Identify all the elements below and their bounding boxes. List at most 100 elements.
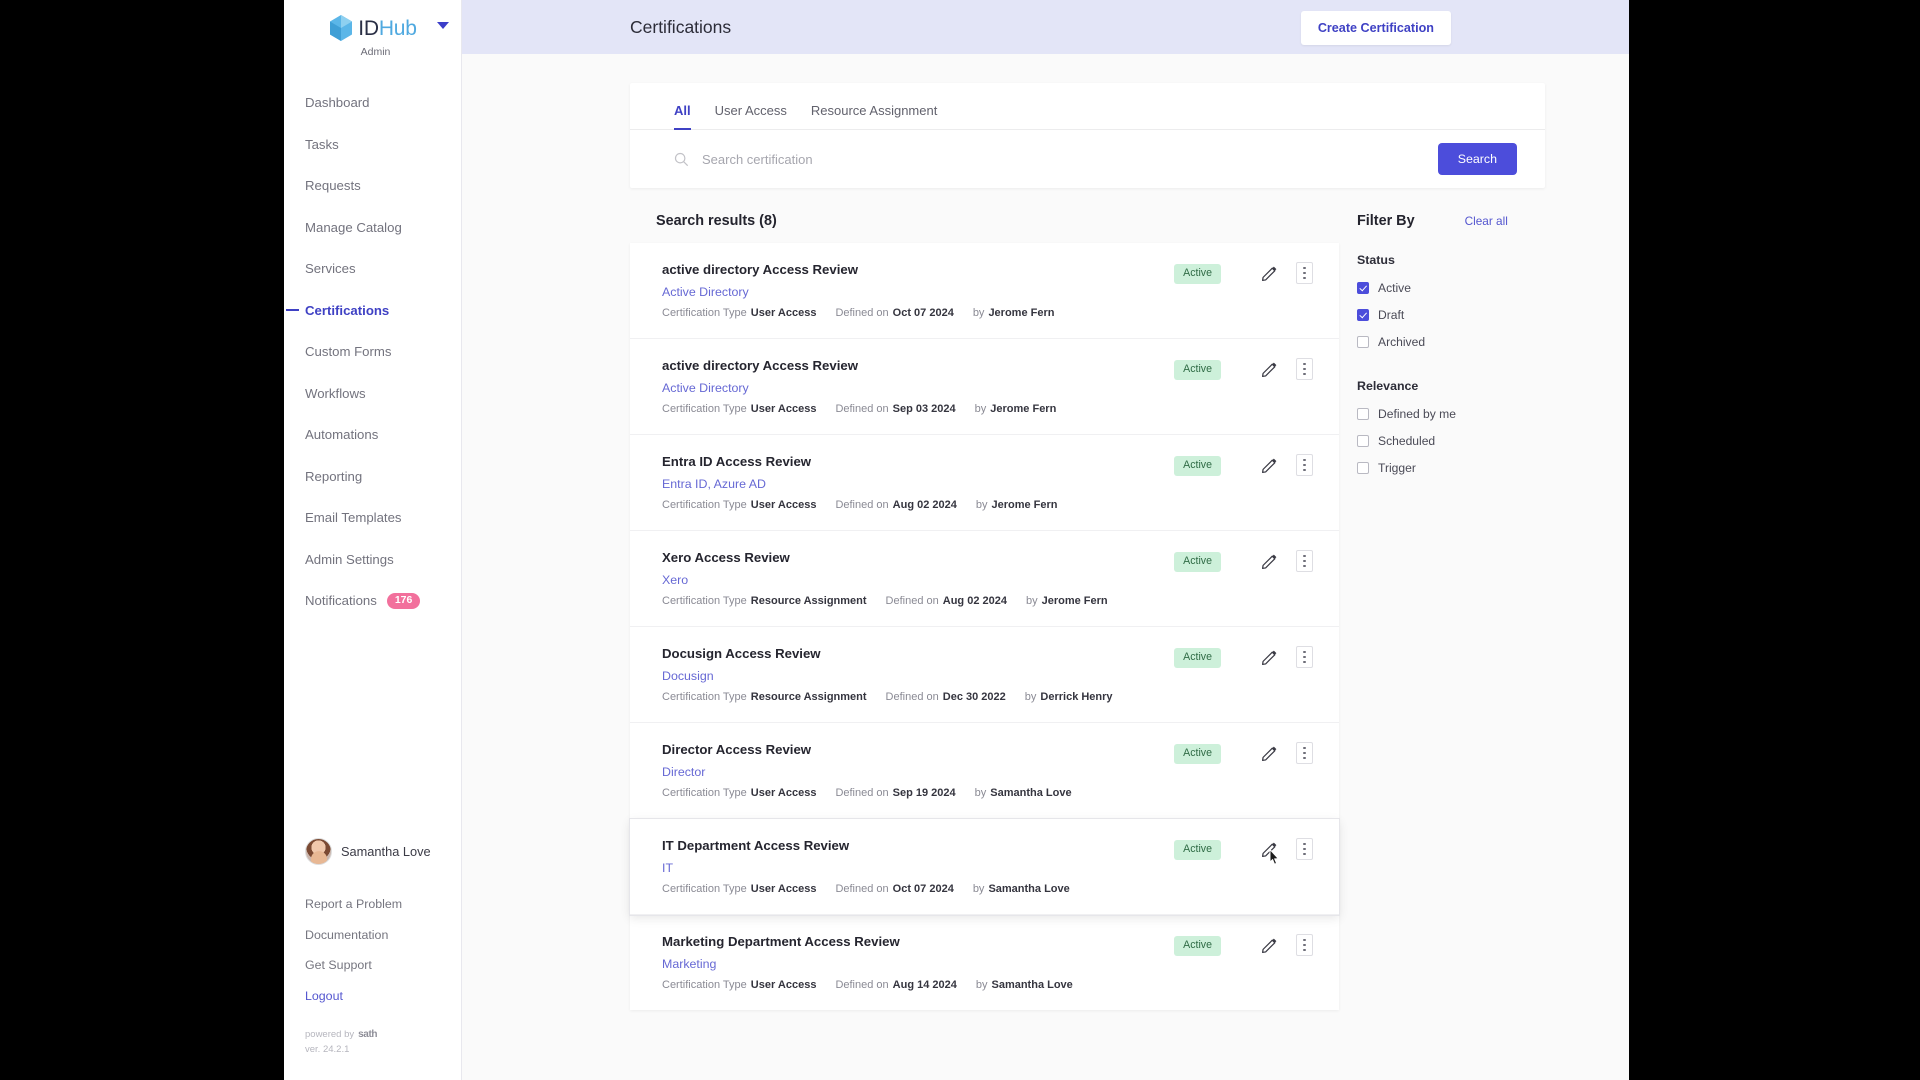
edit-pencil-icon[interactable] (1261, 553, 1278, 570)
create-certification-button[interactable]: Create Certification (1300, 11, 1451, 45)
row-actions (1261, 454, 1313, 476)
checkbox[interactable] (1357, 309, 1369, 321)
filter-option-label: Trigger (1378, 461, 1416, 475)
chevron-down-icon[interactable] (437, 22, 449, 29)
dot (1303, 276, 1306, 279)
checkbox[interactable] (1357, 336, 1369, 348)
checkbox[interactable] (1357, 282, 1369, 294)
notifications-badge: 176 (386, 593, 421, 609)
sidebar-item-services[interactable]: Services (284, 248, 461, 290)
clear-all-link[interactable]: Clear all (1465, 214, 1508, 228)
meta-defined-label: Defined on (835, 979, 889, 991)
filter-option-active[interactable]: Active (1357, 281, 1545, 295)
row-main: Docusign Access Review Docusign Certificat… (662, 646, 1174, 703)
row-more-menu-button[interactable] (1296, 742, 1313, 764)
filter-option-scheduled[interactable]: Scheduled (1357, 434, 1545, 448)
checkbox[interactable] (1357, 408, 1369, 420)
sidebar-item-dashboard[interactable]: Dashboard (284, 82, 461, 124)
edit-pencil-icon[interactable] (1261, 265, 1278, 282)
edit-pencil-icon[interactable] (1261, 457, 1278, 474)
filter-option-defined-by-me[interactable]: Defined by me (1357, 407, 1545, 421)
certification-resource-link[interactable]: Docusign (662, 669, 1174, 683)
certification-resource-link[interactable]: Director (662, 765, 1174, 779)
sidebar-item-label: Notifications (305, 593, 377, 609)
dot (1303, 468, 1306, 471)
sidebar-item-custom-forms[interactable]: Custom Forms (284, 331, 461, 373)
content-scroll-area: All User Access Resource Assignment Search… (462, 54, 1629, 1080)
certification-row[interactable]: active directory Access Review Active Dir… (630, 243, 1339, 339)
row-more-menu-button[interactable] (1296, 646, 1313, 668)
certification-resource-link[interactable]: Entra ID, Azure AD (662, 477, 1174, 491)
brand-logo[interactable]: IDHub Admin (284, 0, 461, 58)
dot (1303, 843, 1306, 846)
meta-defined-label: Defined on (835, 787, 889, 799)
row-more-menu-button[interactable] (1296, 262, 1313, 284)
filter-panel: Filter By Clear all Status Active Draft Arc… (1339, 188, 1545, 488)
user-row[interactable]: Samantha Love (305, 838, 461, 865)
sidebar-item-automations[interactable]: Automations (284, 414, 461, 456)
certification-row[interactable]: Marketing Department Access Review Market… (630, 915, 1339, 1010)
certification-row[interactable]: active directory Access Review Active Dir… (630, 339, 1339, 435)
filter-option-archived[interactable]: Archived (1357, 335, 1545, 349)
sidebar-item-certifications[interactable]: Certifications (284, 290, 461, 332)
sidebar-item-tasks[interactable]: Tasks (284, 124, 461, 166)
sidebar-item-requests[interactable]: Requests (284, 165, 461, 207)
edit-pencil-icon[interactable] (1261, 361, 1278, 378)
search-button[interactable]: Search (1437, 143, 1517, 175)
sidebar-user-section: Samantha Love Report a Problem Documentat… (284, 838, 461, 1055)
certification-title: active directory Access Review (662, 262, 858, 277)
results-heading: Search results (8) (656, 213, 777, 229)
sidebar-item-workflows[interactable]: Workflows (284, 373, 461, 415)
sidebar: IDHub Admin Dashboard Tasks Requests Manage… (284, 0, 462, 1080)
sidebar-item-label: Tasks (305, 136, 339, 152)
checkbox[interactable] (1357, 435, 1369, 447)
dot (1303, 463, 1306, 467)
tab-resource-assignment[interactable]: Resource Assignment (811, 103, 937, 129)
certification-resource-link[interactable]: Active Directory (662, 285, 1174, 299)
edit-pencil-icon[interactable] (1261, 649, 1278, 666)
row-more-menu-button[interactable] (1296, 934, 1313, 956)
filter-option-label: Scheduled (1378, 434, 1436, 448)
row-more-menu-button[interactable] (1296, 358, 1313, 380)
edit-pencil-icon[interactable] (1261, 937, 1278, 954)
certification-row[interactable]: IT Department Access Review IT Certificati… (630, 819, 1339, 915)
certification-resource-link[interactable]: Xero (662, 573, 1174, 587)
meta-type-value: User Access (750, 499, 817, 511)
footer-link-documentation[interactable]: Documentation (305, 920, 461, 951)
sidebar-item-reporting[interactable]: Reporting (284, 456, 461, 498)
dot (1303, 847, 1306, 851)
certification-resource-link[interactable]: IT (662, 861, 1174, 875)
dot (1303, 651, 1306, 654)
search-input[interactable] (702, 151, 1425, 167)
footer-link-get-support[interactable]: Get Support (305, 950, 461, 981)
certification-resource-link[interactable]: Active Directory (662, 381, 1174, 395)
certification-row[interactable]: Docusign Access Review Docusign Certificat… (630, 627, 1339, 723)
edit-pencil-icon[interactable] (1261, 745, 1278, 762)
footer-link-logout[interactable]: Logout (305, 981, 461, 1012)
sidebar-item-admin-settings[interactable]: Admin Settings (284, 539, 461, 581)
filter-option-draft[interactable]: Draft (1357, 308, 1545, 322)
status-badge: Active (1174, 744, 1221, 764)
row-more-menu-button[interactable] (1296, 550, 1313, 572)
sidebar-item-manage-catalog[interactable]: Manage Catalog (284, 207, 461, 249)
tab-all[interactable]: All (674, 103, 691, 130)
sidebar-item-label: Automations (305, 427, 379, 443)
certification-row[interactable]: Xero Access Review Xero Certification Type… (630, 531, 1339, 627)
meta-author-value: Jerome Fern (990, 403, 1057, 415)
sidebar-item-notifications[interactable]: Notifications 176 (284, 580, 461, 622)
certification-row[interactable]: Director Access Review Director Certificat… (630, 723, 1339, 819)
certification-row[interactable]: Entra ID Access Review Entra ID, Azure AD… (630, 435, 1339, 531)
footer-link-report-a-problem[interactable]: Report a Problem (305, 889, 461, 920)
filter-option-trigger[interactable]: Trigger (1357, 461, 1545, 475)
status-badge: Active (1174, 936, 1221, 956)
certification-resource-link[interactable]: Marketing (662, 957, 1174, 971)
edit-pencil-icon[interactable] (1261, 841, 1278, 858)
dot (1303, 459, 1306, 462)
row-more-menu-button[interactable] (1296, 454, 1313, 476)
tab-user-access[interactable]: User Access (715, 103, 787, 129)
dot (1303, 372, 1306, 375)
row-more-menu-button[interactable] (1296, 838, 1313, 860)
sidebar-item-email-templates[interactable]: Email Templates (284, 497, 461, 539)
checkbox[interactable] (1357, 462, 1369, 474)
meta-defined-value: Oct 07 2024 (892, 883, 954, 895)
